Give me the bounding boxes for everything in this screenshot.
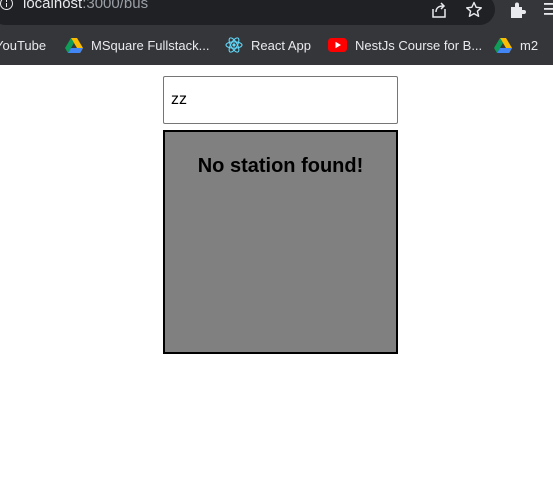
no-station-message: No station found! (197, 155, 364, 177)
bookmark-m2[interactable]: m2 (494, 32, 538, 58)
extensions-icon[interactable] (509, 1, 527, 19)
bookmark-label: React App (251, 37, 311, 53)
google-drive-icon (65, 38, 83, 53)
youtube-icon (328, 38, 347, 52)
bookmark-label: YouTube (0, 37, 47, 53)
bookmark-react-app[interactable]: React App (225, 32, 311, 58)
react-icon (225, 37, 243, 53)
bookmarks-bar: YouTube MSquare Fullstack... React App N… (0, 32, 553, 58)
bookmark-nestjs-course[interactable]: NestJs Course for B... (328, 32, 482, 58)
bookmark-youtube[interactable]: YouTube (0, 32, 46, 58)
result-panel: No station found! (163, 130, 398, 354)
star-icon[interactable] (465, 1, 483, 18)
browser-chrome: localhost:3000/bus YouTube MSquare Fulls… (0, 0, 553, 65)
share-icon[interactable] (430, 2, 448, 18)
url-host: localhost (23, 0, 83, 12)
menu-icon[interactable] (543, 2, 553, 16)
info-icon[interactable] (0, 0, 13, 10)
google-drive-icon (494, 38, 512, 53)
address-bar[interactable]: localhost:3000/bus (0, 0, 495, 25)
url-path: :3000/bus (82, 0, 149, 12)
bookmark-label: NestJs Course for B... (355, 37, 483, 53)
bookmark-label: MSquare Fullstack... (91, 37, 210, 53)
station-search-input[interactable] (163, 76, 398, 124)
url-text[interactable]: localhost:3000/bus (23, 0, 148, 13)
bookmark-label: m2 (520, 37, 539, 53)
bookmark-msquare[interactable]: MSquare Fullstack... (65, 32, 210, 58)
